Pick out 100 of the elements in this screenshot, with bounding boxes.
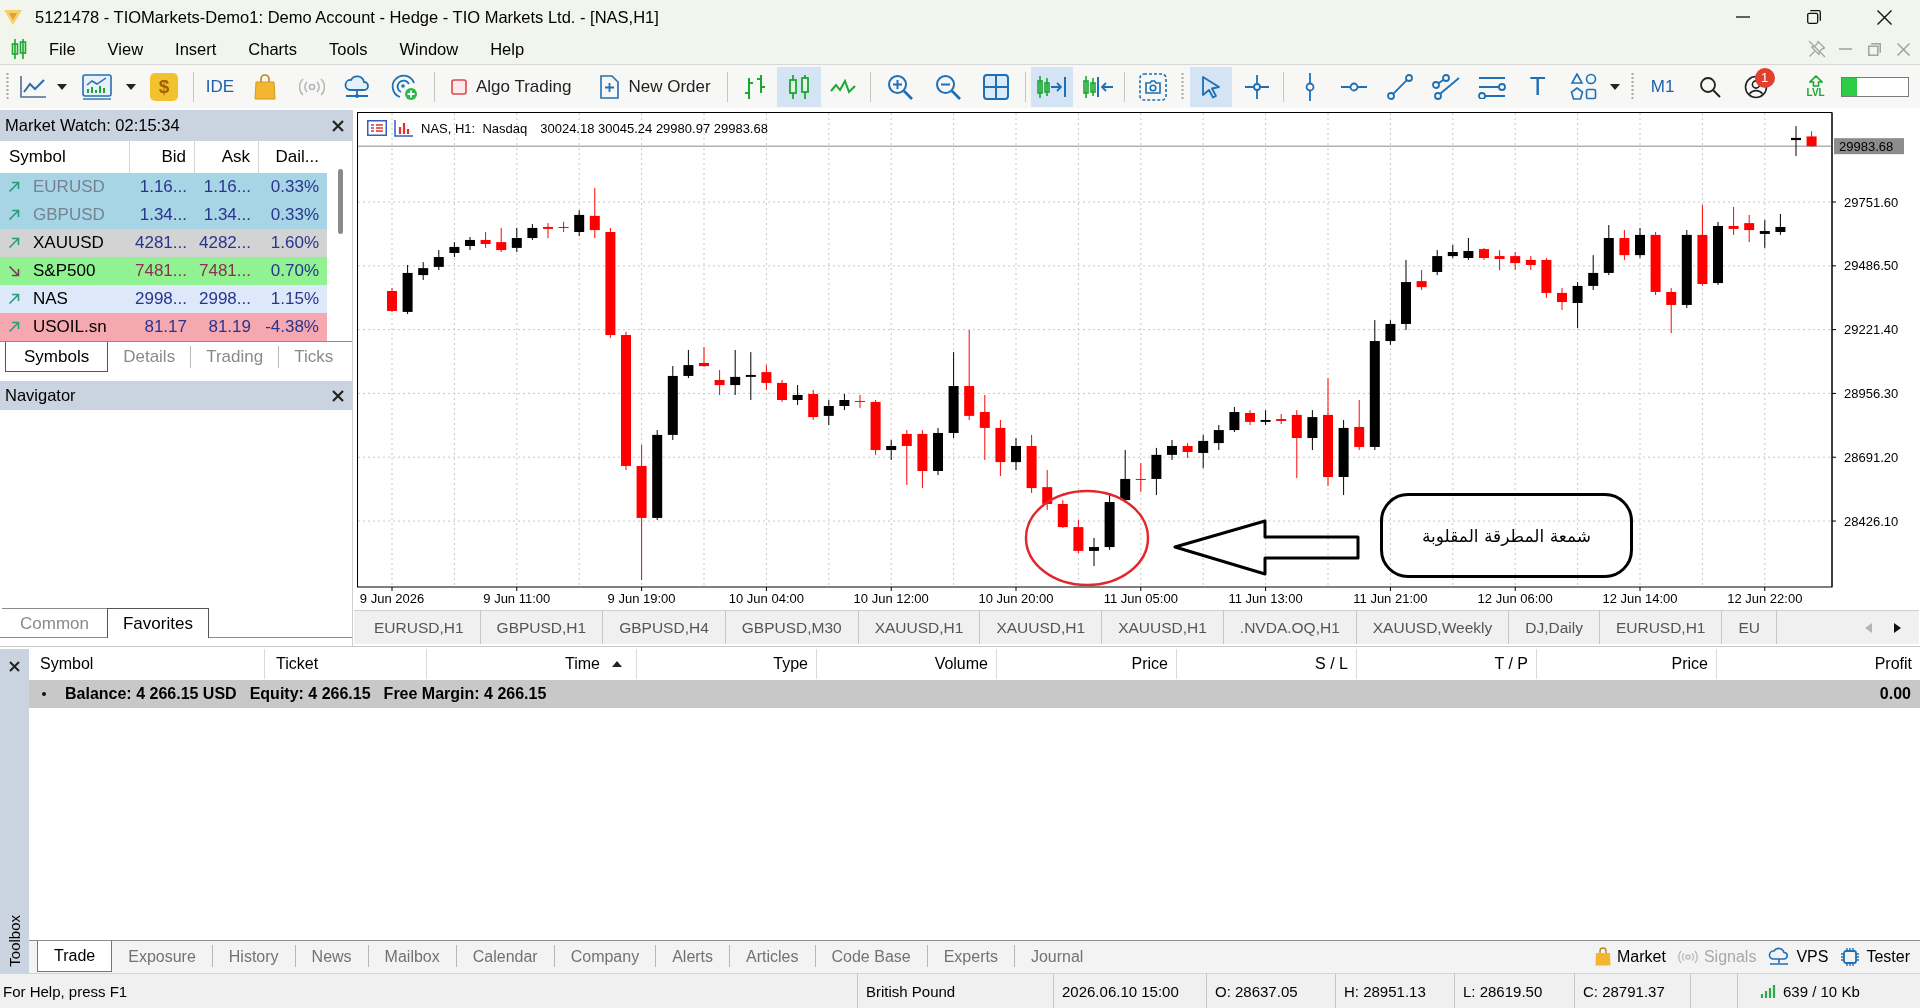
column-header[interactable]: Type <box>637 649 817 679</box>
column-header[interactable]: Time <box>427 649 637 679</box>
menu-item[interactable]: Help <box>474 39 541 59</box>
triangle-right-icon[interactable] <box>1894 622 1901 633</box>
axis-line-chart-icon[interactable] <box>19 74 47 99</box>
column-header[interactable]: Volume <box>817 649 997 679</box>
minimize-icon[interactable] <box>1735 16 1750 18</box>
chart-tab[interactable]: GBPUSD,H4 <box>603 611 726 644</box>
column-header[interactable]: Price <box>997 649 1177 679</box>
toolbox-tab[interactable]: Trade <box>37 941 113 972</box>
quote-row[interactable]: USOIL.sn 81.17 81.19 -4.38% <box>0 313 327 341</box>
menu-item[interactable]: Insert <box>159 39 233 59</box>
horizontal-line-icon[interactable] <box>1340 81 1367 92</box>
toolbox-tab[interactable]: History <box>212 941 295 972</box>
toolbox-tab[interactable]: Journal <box>1014 941 1100 972</box>
menu-item[interactable]: Tools <box>312 39 384 59</box>
chart-tab[interactable]: EU <box>1722 611 1778 644</box>
cloud-icon[interactable] <box>343 74 371 99</box>
toolbox-tab[interactable]: Articles <box>730 941 815 972</box>
quote-row[interactable]: S&P500 7481... 7481... 0.70% <box>0 257 327 285</box>
chart-tab[interactable]: XAUUSD,H1 <box>980 611 1103 644</box>
bar-chart-icon[interactable] <box>394 119 414 137</box>
new-order-button[interactable]: New Order <box>588 66 722 107</box>
camera-icon[interactable] <box>1138 72 1167 101</box>
service-button[interactable]: Market <box>1589 941 1672 972</box>
panel-tab[interactable]: Common <box>2 608 107 638</box>
close-icon[interactable] <box>332 119 344 132</box>
restore-icon[interactable] <box>1806 10 1821 24</box>
trendline-icon[interactable] <box>1386 73 1413 100</box>
caret-icon[interactable] <box>1609 83 1620 90</box>
panel-tab[interactable]: Favorites <box>106 608 209 638</box>
menu-item[interactable]: Charts <box>232 39 313 59</box>
user-icon[interactable] <box>1743 74 1768 99</box>
quote-row[interactable]: GBPUSD 1.34... 1.34... 0.33% <box>0 201 327 229</box>
toolbox-tab[interactable]: Code Base <box>815 941 927 972</box>
candle-body <box>527 227 538 239</box>
timeframe-button[interactable]: M1 <box>1642 66 1683 107</box>
chart-tab[interactable]: XAUUSD,H1 <box>1102 611 1224 644</box>
shapes-icon[interactable] <box>1569 72 1598 101</box>
chart-tab[interactable]: EURUSD,H1 <box>358 611 481 644</box>
menu-item[interactable]: File <box>33 39 92 59</box>
grip-icon[interactable] <box>1181 72 1185 101</box>
quote-row[interactable]: NAS 2998... 2998... 1.15% <box>0 285 327 313</box>
column-header[interactable]: Ticket <box>265 649 427 679</box>
rings-plus-icon[interactable] <box>390 72 418 101</box>
column-header[interactable]: Price <box>1537 649 1717 679</box>
menu-item[interactable]: Window <box>383 39 475 59</box>
column-header[interactable]: T / P <box>1357 649 1537 679</box>
level-lines-icon[interactable] <box>1477 74 1506 99</box>
column-header[interactable]: Profit <box>1717 649 1920 679</box>
toolbox-tab[interactable]: Exposure <box>112 941 212 972</box>
chart-tab[interactable]: GBPUSD,H1 <box>480 611 604 644</box>
channel-icon[interactable] <box>1431 73 1460 100</box>
caret-icon[interactable] <box>126 83 136 90</box>
chart-panel-icon[interactable] <box>82 73 112 100</box>
list-icon[interactable] <box>367 120 387 136</box>
toolbox-tab[interactable]: Mailbox <box>368 941 456 972</box>
toolbox-tab[interactable]: Experts <box>927 941 1014 972</box>
close-icon[interactable] <box>1877 9 1892 25</box>
quote-row[interactable]: XAUUSD 4281... 4282... 1.60% <box>0 229 327 257</box>
grid-icon[interactable] <box>982 73 1009 100</box>
search-icon[interactable] <box>1698 75 1721 98</box>
ide-button[interactable]: IDE <box>199 66 241 107</box>
quote-row[interactable]: EURUSD 1.16... 1.16... 0.33% <box>0 173 327 201</box>
candle-wick <box>828 399 830 426</box>
panel-tab[interactable]: Symbols <box>5 342 109 372</box>
column-header[interactable]: Dail... <box>259 141 327 173</box>
grip-icon[interactable] <box>1631 72 1635 101</box>
chart-tab[interactable]: XAUUSD,H1 <box>858 611 981 644</box>
chart-shift-button[interactable] <box>1030 66 1073 107</box>
toolbox-tab[interactable]: Calendar <box>456 941 554 972</box>
stock-chart-icon[interactable] <box>11 39 27 59</box>
zoom-out-icon[interactable] <box>934 73 961 100</box>
chart-type-button[interactable] <box>776 66 821 107</box>
panel-tab[interactable]: Details <box>108 342 191 372</box>
pointer-tool-button[interactable] <box>1189 66 1232 107</box>
menu-item[interactable]: View <box>91 39 160 59</box>
text-tool-button[interactable]: T <box>1514 66 1561 107</box>
chart-tab[interactable]: EURUSD,H1 <box>1599 611 1723 644</box>
toolbox-tab[interactable]: Alerts <box>656 941 730 972</box>
chart-tab[interactable]: .NVDA.OQ,H1 <box>1223 611 1357 644</box>
chart-tab[interactable]: DJ,Daily <box>1509 611 1600 644</box>
chart-tab[interactable]: GBPUSD,M30 <box>725 611 859 644</box>
column-header[interactable]: Symbol <box>29 649 265 679</box>
panel-tab[interactable]: Ticks <box>279 342 349 372</box>
grip-icon[interactable] <box>5 72 9 101</box>
caret-icon[interactable] <box>57 83 67 90</box>
toolbox-tab[interactable]: News <box>295 941 368 972</box>
close-icon[interactable] <box>332 389 344 402</box>
vertical-line-icon[interactable] <box>1304 72 1315 101</box>
column-header[interactable]: S / L <box>1177 649 1357 679</box>
zoom-in-icon[interactable] <box>886 73 913 100</box>
chart-tab[interactable]: XAUUSD,Weekly <box>1356 611 1510 644</box>
scrollbar-thumb[interactable] <box>338 169 343 234</box>
candle-body <box>543 226 553 229</box>
service-button[interactable]: Tester <box>1834 941 1916 972</box>
service-button[interactable]: VPS <box>1762 941 1835 972</box>
algo-trading-button[interactable]: Algo Trading <box>440 66 583 107</box>
toolbox-tab[interactable]: Company <box>554 941 656 972</box>
close-icon[interactable] <box>9 661 20 672</box>
